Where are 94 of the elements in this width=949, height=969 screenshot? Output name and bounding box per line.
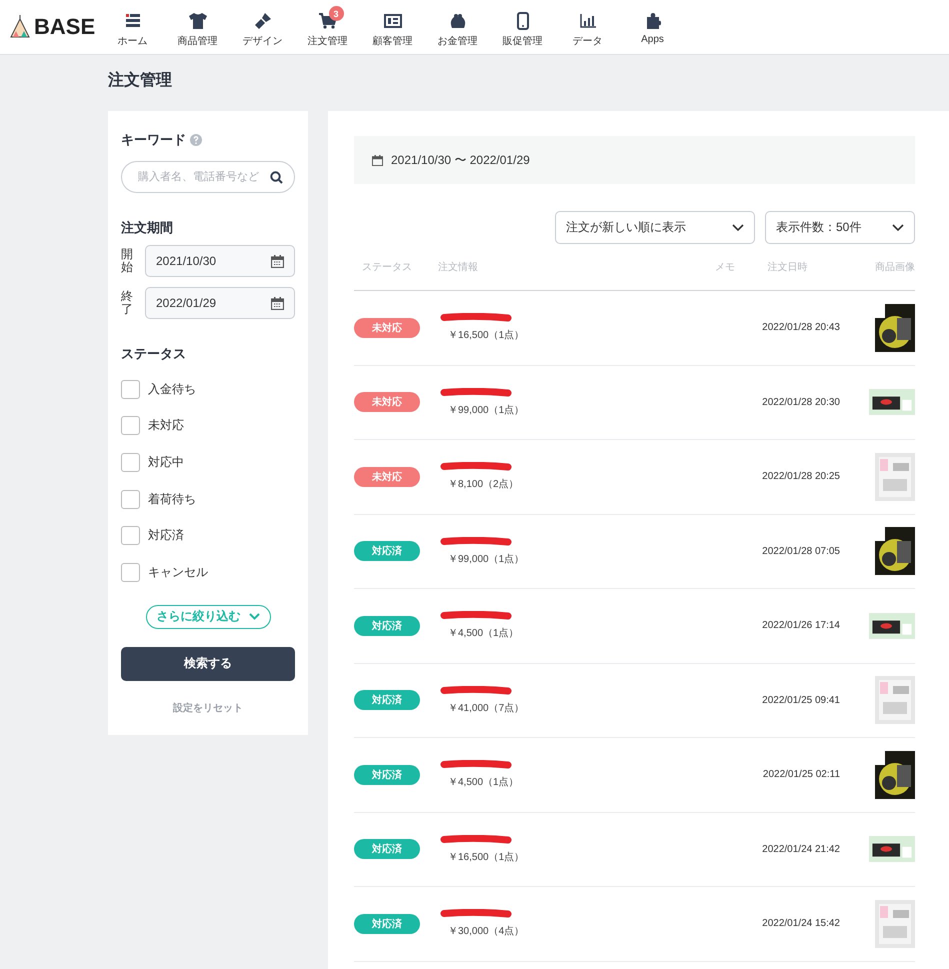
column-header: 注文情報 [438,260,479,274]
date-field[interactable]: 2021/10/30 [145,245,295,277]
order-amount: ￥8,100（2点） [447,478,520,492]
status-badge: 対応済 [354,690,420,710]
column-header: 商品画像 [874,260,915,274]
redaction-mark [440,686,512,695]
status-badge: 未対応 [354,466,420,487]
help-icon [190,134,202,146]
date-label: 開始 [121,248,133,274]
search-button[interactable]: 検索する [121,646,295,681]
nav-item[interactable]: 顧客管理 [360,6,425,48]
order-date: 2022/01/24 21:42 [761,844,840,855]
chevron-down-icon [892,224,904,231]
section-label: ステータス [121,345,187,363]
status-badge: 対応済 [354,764,420,785]
order-date: 2022/01/28 20:43 [761,322,840,334]
checkbox[interactable] [121,562,140,582]
section-label: キーワード [121,131,186,149]
nav-item[interactable]: 3 注文管理 [295,6,360,48]
checkbox[interactable] [121,452,140,472]
redaction-mark [440,313,512,322]
nav-item[interactable]: デザイン [230,6,295,48]
order-amount: ￥4,500（1点） [447,776,520,790]
logo-text: BASE [34,14,96,40]
order-date: 2022/01/25 09:41 [761,694,840,706]
bar-chart-icon [580,14,596,28]
brush-icon [254,13,270,29]
date-field[interactable]: 2022/01/29 [145,287,295,319]
nav-item[interactable]: 商品管理 [165,6,230,48]
shirt-icon [188,13,206,29]
calendar-icon [271,296,284,310]
search-icon [270,171,283,184]
calendar-icon [372,154,383,166]
status-badge: 対応済 [354,839,420,860]
redaction-mark [440,388,512,397]
date-range-text: 2021/10/30 〜 2022/01/29 [391,152,530,168]
id-card-icon [384,14,402,28]
column-header: ステータス [361,261,413,274]
chevron-down-icon [732,224,744,231]
tent-icon [10,15,30,39]
checkbox[interactable] [121,416,140,436]
column-header: 注文日時 [766,260,808,274]
nav-item[interactable]: データ [555,6,620,48]
status-badge: 未対応 [354,318,420,338]
date-label: 終了 [121,290,133,316]
order-date: 2022/01/28 20:25 [761,471,840,482]
column-header: メモ [714,261,735,274]
order-amount: ￥99,000（1点） [447,552,526,566]
order-date: 2022/01/26 17:14 [761,620,840,632]
checkbox[interactable] [121,526,140,546]
nav-item[interactable]: 販促管理 [490,6,555,48]
status-badge: 対応済 [354,541,420,562]
nav-item[interactable]: Apps [620,6,685,48]
status-badge: 未対応 [354,392,420,412]
smartphone-icon [516,12,528,30]
order-date: 2022/01/28 20:30 [761,396,840,408]
checkbox-label: 対応中 [148,454,184,471]
purse-icon [448,13,466,29]
list-icon [126,13,140,29]
redaction-mark [440,536,512,546]
checkbox-label: 着荷待ち [148,490,196,508]
chevron-down-icon [248,613,260,620]
search-field[interactable]: 購入者名、電話番号など [121,161,295,193]
order-amount: ￥16,500（1点） [447,328,526,342]
section-label: 注文期間 [121,219,174,237]
count-badge: 3 [328,6,344,21]
page-size-select[interactable]: 表示件数：50件 [765,211,915,244]
order-amount: ￥41,000（7点） [447,702,526,715]
order-amount: ￥30,000（4点） [447,924,526,938]
checkbox-label: 対応済 [148,527,184,544]
sort-select[interactable]: 注文が新しい順に表示 [555,211,755,244]
nav-item[interactable]: お金管理 [425,6,490,48]
status-badge: 対応済 [354,914,420,934]
order-date: 2022/01/28 07:05 [761,546,840,557]
order-amount: ￥16,500（1点） [447,850,526,864]
redaction-mark [440,611,512,620]
checkbox[interactable] [121,490,140,509]
redaction-mark [440,462,512,472]
redaction-mark [440,834,512,844]
checkbox[interactable] [121,380,140,399]
order-date: 2022/01/25 02:11 [762,769,840,780]
calendar-icon [271,254,284,268]
order-date: 2022/01/24 15:42 [761,918,840,930]
checkbox-label: 入金待ち [148,380,196,398]
checkbox-label: キャンセル [148,564,208,581]
page-title: 注文管理 [108,70,173,91]
redaction-mark [440,909,512,918]
order-amount: ￥4,500（1点） [447,626,520,640]
status-badge: 対応済 [354,616,420,636]
nav-item[interactable]: ホーム [100,6,165,48]
redaction-mark [440,760,512,770]
puzzle-icon [644,13,660,29]
checkbox-label: 未対応 [148,417,184,434]
order-amount: ￥99,000（1点） [447,404,526,417]
